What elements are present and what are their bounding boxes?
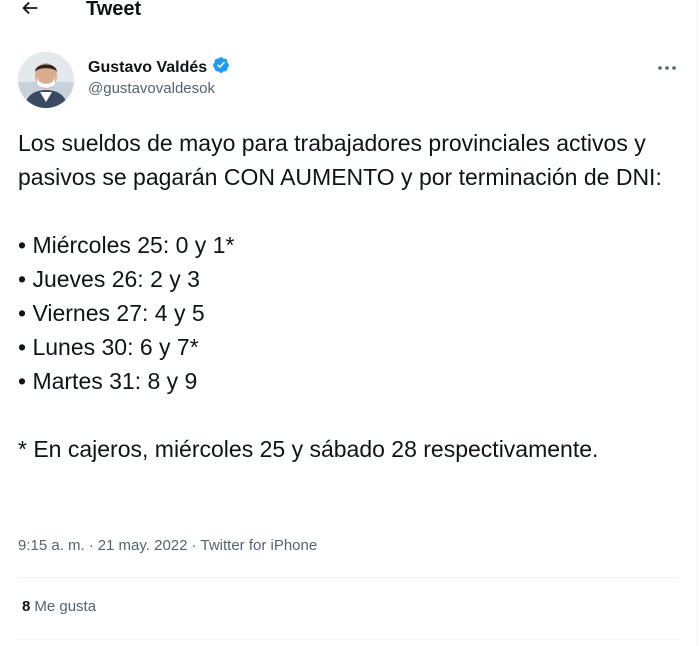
author-name[interactable]: Gustavo Valdés [88, 59, 207, 77]
tweet-metadata: 9:15 a. m. · 21 may. 2022 · Twitter for … [18, 537, 317, 554]
verified-badge-icon [212, 56, 230, 79]
more-button[interactable] [650, 56, 684, 78]
tweet-date-link[interactable]: 21 may. 2022 [98, 537, 188, 554]
divider [18, 639, 678, 640]
tweet-detail-view: Tweet Gustavo Valdés @gustavovaldesok Lo… [0, 0, 700, 646]
more-horizontal-icon [657, 58, 677, 76]
likes-stat[interactable]: 8 Me gusta [22, 598, 96, 615]
page-title: Tweet [86, 0, 142, 20]
meta-separator: · [191, 537, 197, 554]
divider [18, 577, 678, 578]
tweet-time-link[interactable]: 9:15 a. m. [18, 537, 85, 554]
avatar[interactable] [18, 52, 74, 108]
column-border [697, 0, 698, 646]
avatar-image [18, 52, 74, 108]
author-name-row[interactable]: Gustavo Valdés [88, 56, 230, 79]
tweet-source-link[interactable]: Twitter for iPhone [200, 537, 317, 554]
author-handle[interactable]: @gustavovaldesok [88, 80, 215, 97]
meta-separator: · [88, 537, 94, 554]
likes-label: Me gusta [34, 598, 97, 615]
page-header: Tweet [0, 0, 690, 28]
tweet-text: Los sueldos de mayo para trabajadores pr… [18, 130, 662, 462]
arrow-left-icon [19, 0, 41, 24]
likes-count: 8 [22, 598, 31, 615]
back-button[interactable] [12, 0, 48, 28]
